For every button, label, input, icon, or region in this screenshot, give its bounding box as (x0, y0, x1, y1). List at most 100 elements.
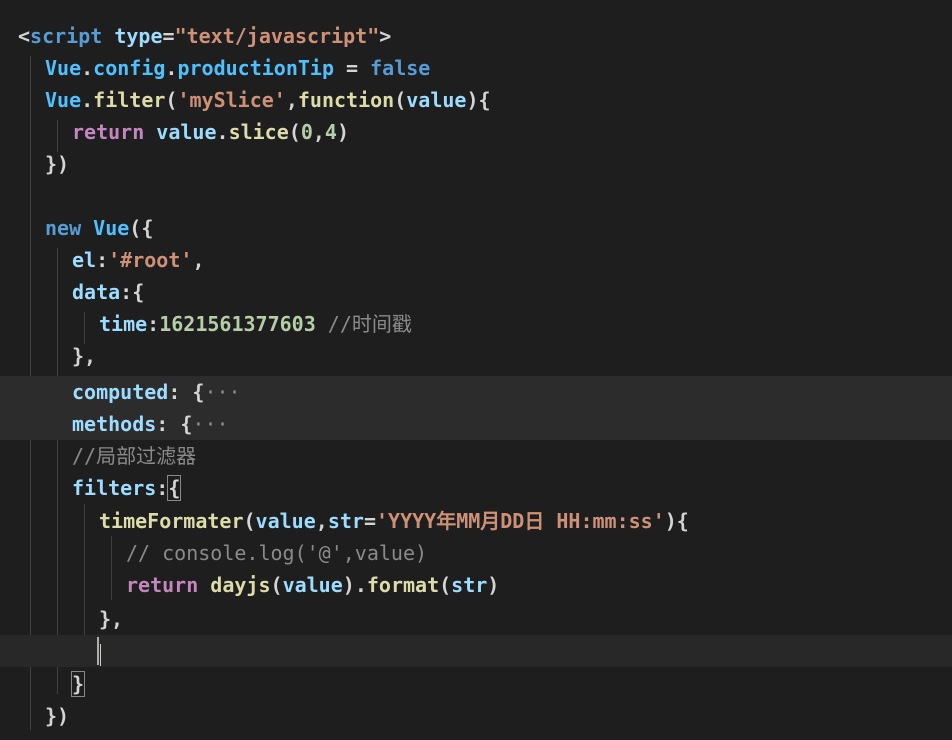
comment: //局部过滤器 (72, 444, 197, 468)
comment: //时间戳 (315, 312, 412, 336)
token: , (315, 509, 328, 533)
token: }, (72, 344, 97, 368)
comment: // console.log('@',value) (126, 541, 428, 565)
token: > (379, 24, 392, 48)
token: ( (165, 88, 178, 112)
token: 1621561377603 (159, 312, 316, 336)
code-line-8[interactable]: el:'#root', (0, 244, 952, 276)
token: : (96, 248, 109, 272)
code-line-14[interactable]: //局部过滤器 (0, 440, 952, 472)
code-line-20-current[interactable] (0, 635, 952, 667)
token: filter (93, 88, 166, 112)
token: ){ (664, 509, 689, 533)
code-line-15[interactable]: filters:{ (0, 472, 952, 504)
token: str (327, 509, 364, 533)
token: config (93, 56, 166, 80)
code-editor[interactable]: <script type="text/javascript"> Vue.conf… (0, 0, 952, 740)
token: value (156, 120, 217, 144)
token: '#root' (108, 248, 193, 272)
token: Vue (45, 88, 82, 112)
token: ( (288, 120, 301, 144)
token: return (126, 573, 199, 597)
token: : { (168, 380, 205, 404)
code-line-22[interactable]: }) (0, 700, 952, 732)
token: ( (394, 88, 407, 112)
code-line-5[interactable]: }) (0, 148, 952, 180)
token: ){ (466, 88, 491, 112)
token: timeFormater (99, 509, 244, 533)
code-line-9[interactable]: data:{ (0, 276, 952, 308)
token: el (72, 248, 97, 272)
token: "text/javascript" (174, 24, 380, 48)
code-line-4[interactable]: return value.slice(0,4) (0, 116, 952, 148)
token: 4 (324, 120, 337, 144)
code-line-6[interactable] (0, 180, 952, 212)
code-line-3[interactable]: Vue.filter('mySlice',function(value){ (0, 84, 952, 116)
code-line-17[interactable]: // console.log('@',value) (0, 537, 952, 569)
code-line-12[interactable]: computed: {··· (0, 376, 952, 408)
token: slice (228, 120, 289, 144)
token: data (72, 280, 121, 304)
token: ( (439, 573, 452, 597)
token: < (18, 24, 31, 48)
fold-ellipsis-icon[interactable]: ··· (204, 380, 240, 404)
code-line-7[interactable]: new Vue({ (0, 212, 952, 244)
code-line-16[interactable]: timeFormater(value,str='YYYY年MM月DD日 HH:m… (0, 505, 952, 537)
token: Vue (45, 56, 82, 80)
token: value (406, 88, 467, 112)
token: = (363, 509, 376, 533)
token: ) (487, 573, 500, 597)
token: script (30, 24, 103, 48)
token: time (99, 312, 148, 336)
token: , (192, 248, 205, 272)
text-caret (97, 637, 99, 665)
token: false (370, 56, 431, 80)
token: , (285, 88, 298, 112)
token: }) (45, 152, 70, 176)
code-line-18[interactable]: return dayjs(value).format(str) (0, 569, 952, 601)
token: str (451, 573, 488, 597)
token: return (72, 120, 145, 144)
token: . (81, 56, 94, 80)
token: dayjs (210, 573, 271, 597)
token: }, (99, 607, 124, 631)
token: ( (270, 573, 283, 597)
token: ( (243, 509, 256, 533)
code-line-2[interactable]: Vue.config.productionTip = false (0, 52, 952, 84)
token: new (45, 216, 82, 240)
token: 0 (300, 120, 313, 144)
fold-ellipsis-icon[interactable]: ··· (192, 412, 228, 436)
token: ). (342, 573, 367, 597)
token: ) (336, 120, 350, 144)
token: : (147, 312, 160, 336)
token: . (216, 120, 229, 144)
code-line-10[interactable]: time:1621561377603 //时间戳 (0, 308, 952, 340)
ibeam-cursor-icon (100, 644, 107, 666)
token: 'YYYY年MM月DD日 HH:mm:ss' (375, 509, 665, 533)
token: format (366, 573, 440, 597)
token: ({ (129, 216, 154, 240)
token: productionTip (177, 56, 335, 80)
token: . (165, 56, 178, 80)
token: = (162, 24, 175, 48)
token: = (334, 56, 371, 80)
token: Vue (93, 216, 130, 240)
token: : (156, 476, 169, 500)
matched-bracket: { (167, 475, 182, 501)
token: , (312, 120, 325, 144)
code-line-19[interactable]: }, (0, 603, 952, 635)
token: value (282, 573, 343, 597)
token: computed (72, 380, 169, 404)
token: type (102, 24, 163, 48)
matched-bracket: } (70, 671, 86, 697)
token: : { (156, 412, 193, 436)
code-line-1[interactable]: <script type="text/javascript"> (0, 20, 952, 52)
code-line-13[interactable]: methods: {··· (0, 408, 952, 440)
token: methods (72, 412, 157, 436)
token: value (255, 509, 316, 533)
code-line-11[interactable]: }, (0, 340, 952, 372)
code-line-21[interactable]: } (0, 668, 952, 700)
token: :{ (120, 280, 145, 304)
